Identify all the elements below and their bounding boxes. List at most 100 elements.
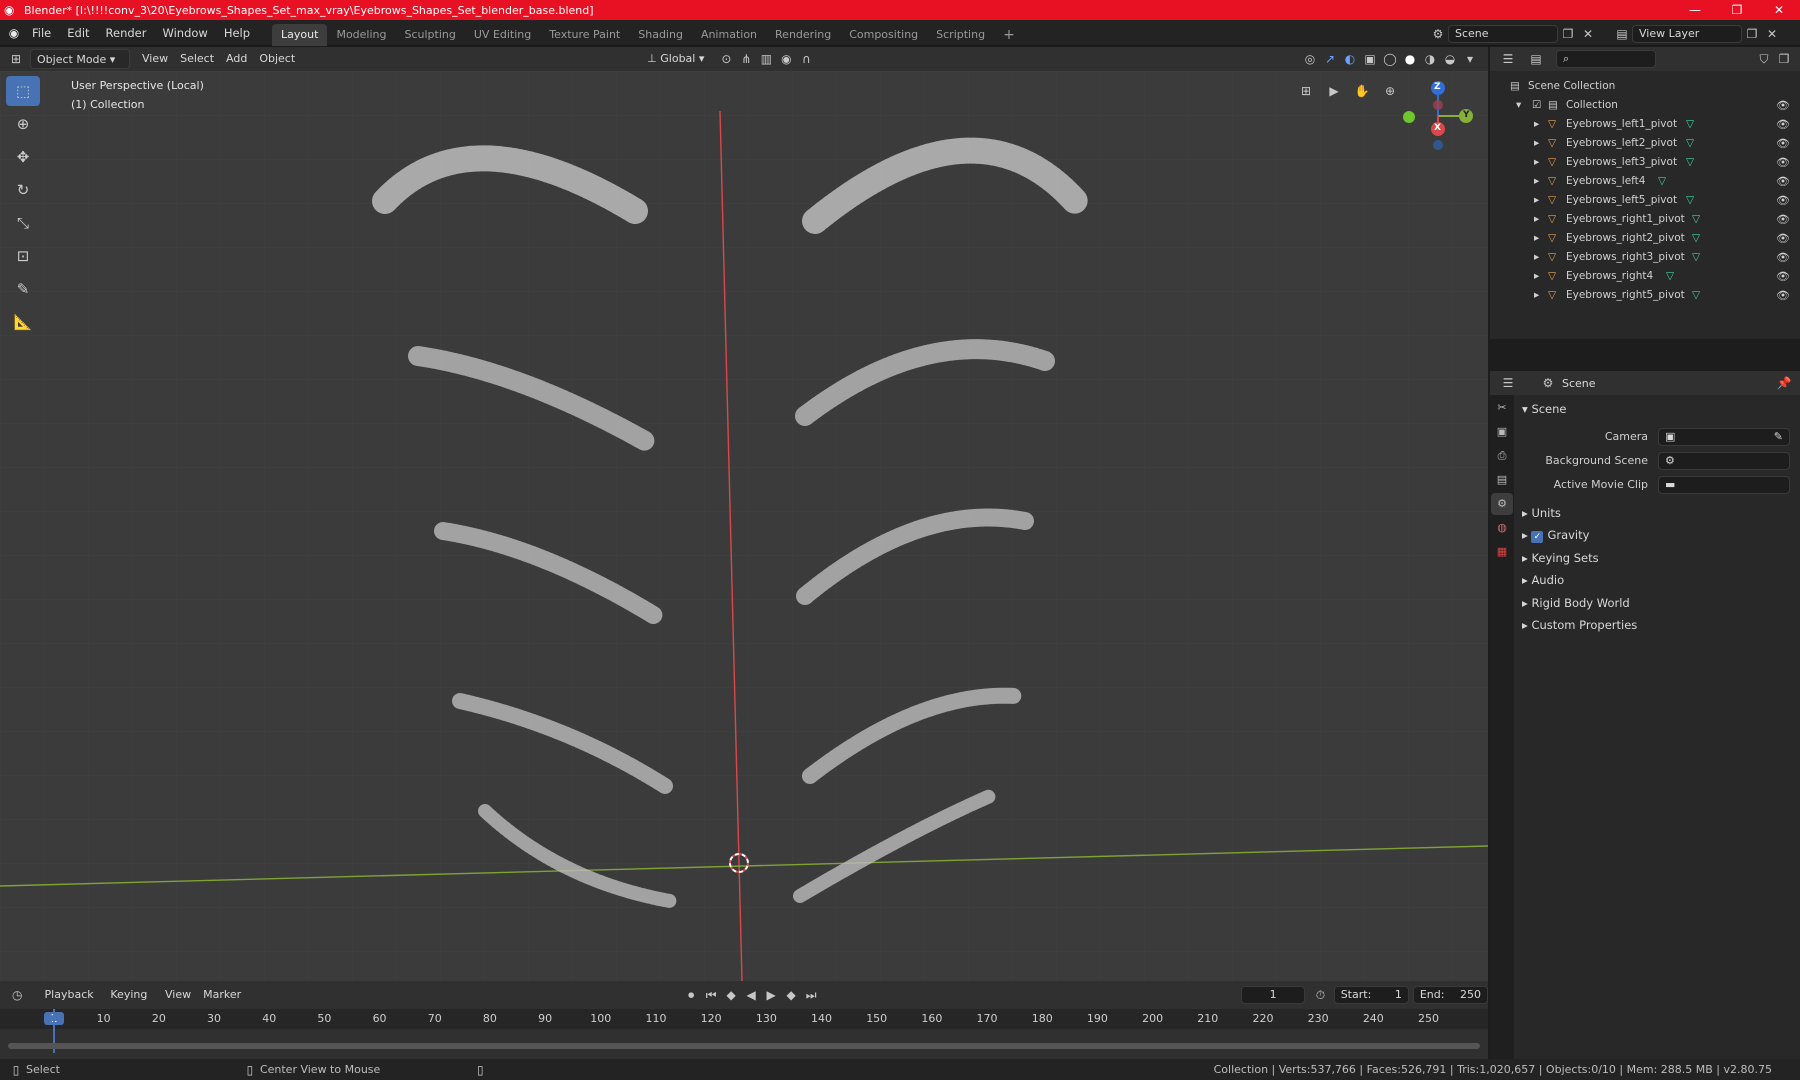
delete-view-layer-icon[interactable]: ✕	[1762, 24, 1782, 44]
tab-animation[interactable]: Animation	[692, 24, 766, 46]
tab-rendering[interactable]: Rendering	[766, 24, 840, 46]
expand-arrow-icon[interactable]: ▾	[1516, 96, 1521, 115]
solid-shading-icon[interactable]: ●	[1400, 49, 1420, 69]
texture-tab-icon[interactable]: ▦	[1491, 541, 1513, 563]
eyedropper-icon[interactable]: ✎	[1774, 429, 1783, 445]
add-workspace-button[interactable]: +	[994, 24, 1024, 46]
gizmo-toggle-icon[interactable]: ↗	[1320, 49, 1340, 69]
world-tab-icon[interactable]: ◍	[1491, 517, 1513, 539]
expand-arrow-icon[interactable]: ▸	[1534, 172, 1539, 191]
menu-file[interactable]: File	[24, 20, 59, 46]
menu-object[interactable]: Object	[253, 49, 301, 69]
mesh-data-icon[interactable]: ▽	[1692, 210, 1700, 229]
proportional-edit-icon[interactable]: ◉	[776, 49, 796, 69]
snap-icon[interactable]: ⋔	[736, 49, 756, 69]
eye-icon[interactable]: 👁	[1776, 172, 1790, 191]
filter-icon[interactable]: ⛉	[1754, 49, 1774, 69]
jump-end-icon[interactable]: ⏭	[801, 985, 821, 1005]
new-collection-icon[interactable]: ❐	[1774, 49, 1794, 69]
gravity-panel-header[interactable]: ▸ ✓ Gravity	[1522, 528, 1589, 543]
minimize-button[interactable]: —	[1674, 0, 1716, 20]
display-mode-icon[interactable]: ▤	[1526, 49, 1546, 69]
expand-arrow-icon[interactable]: ▸	[1534, 153, 1539, 172]
outliner-item[interactable]: ▸ ▽ Eyebrows_left1_pivot ▽ 👁	[1490, 115, 1800, 134]
mesh-data-icon[interactable]: ▽	[1692, 229, 1700, 248]
menu-view[interactable]: View	[136, 49, 174, 69]
eye-icon[interactable]: 👁	[1776, 210, 1790, 229]
expand-arrow-icon[interactable]: ▸	[1534, 286, 1539, 305]
zoom-icon[interactable]: ⊕	[1376, 81, 1404, 101]
menu-playback[interactable]: Playback ▾	[39, 985, 105, 1021]
pin-icon[interactable]: 📌	[1774, 373, 1794, 393]
audio-panel-header[interactable]: ▸ Audio	[1522, 573, 1564, 587]
outliner-search-input[interactable]: ⌕	[1556, 50, 1656, 68]
view-layer-tab-icon[interactable]: ▤	[1491, 469, 1513, 491]
tab-layout[interactable]: Layout	[272, 23, 328, 46]
mesh-data-icon[interactable]: ▽	[1686, 191, 1694, 210]
expand-arrow-icon[interactable]: ▸	[1534, 115, 1539, 134]
expand-arrow-icon[interactable]: ▸	[1534, 191, 1539, 210]
menu-timeline-view[interactable]: View	[159, 985, 197, 1005]
keying-sets-panel-header[interactable]: ▸ Keying Sets	[1522, 551, 1599, 565]
gravity-checkbox[interactable]: ✓	[1531, 531, 1544, 543]
blender-menu-icon[interactable]: ◉	[4, 23, 24, 43]
menu-help[interactable]: Help	[216, 20, 258, 46]
scene-panel-header[interactable]: ▾ Scene	[1522, 402, 1567, 416]
output-tab-icon[interactable]: ⎙	[1491, 445, 1513, 467]
mesh-data-icon[interactable]: ▽	[1666, 267, 1674, 286]
play-reverse-icon[interactable]: ◀	[741, 985, 761, 1005]
eye-icon[interactable]: 👁	[1776, 191, 1790, 210]
background-scene-field[interactable]: ⚙	[1658, 452, 1790, 470]
tool-tab-icon[interactable]: ✂	[1491, 397, 1513, 419]
outliner-editor-icon[interactable]: ☰	[1498, 49, 1518, 69]
outliner-item[interactable]: ▸ ▽ Eyebrows_left4 ▽ 👁	[1490, 172, 1800, 191]
camera-view-icon[interactable]: ▶	[1320, 81, 1348, 101]
scale-tool-icon[interactable]: ⤡	[6, 208, 40, 238]
menu-add[interactable]: Add	[220, 49, 253, 69]
wireframe-shading-icon[interactable]: ◯	[1380, 49, 1400, 69]
rigid-body-world-panel-header[interactable]: ▸ Rigid Body World	[1522, 596, 1630, 610]
tab-shading[interactable]: Shading	[629, 24, 692, 46]
outliner-item[interactable]: ▸ ▽ Eyebrows_left2_pivot ▽ 👁	[1490, 134, 1800, 153]
tab-uv-editing[interactable]: UV Editing	[465, 24, 540, 46]
outliner-item[interactable]: ▸ ▽ Eyebrows_right2_pivot ▽ 👁	[1490, 229, 1800, 248]
eye-icon[interactable]: 👁	[1776, 115, 1790, 134]
eye-icon[interactable]: 👁	[1776, 153, 1790, 172]
eye-icon[interactable]: 👁	[1776, 96, 1790, 115]
annotate-tool-icon[interactable]: ✎	[6, 274, 40, 304]
outliner-scene-collection[interactable]: ▤ Scene Collection	[1490, 77, 1800, 96]
transform-tool-icon[interactable]: ⊡	[6, 241, 40, 271]
outliner-item[interactable]: ▸ ▽ Eyebrows_right5_pivot ▽ 👁	[1490, 286, 1800, 305]
eye-icon[interactable]: 👁	[1776, 286, 1790, 305]
timeline-scrollbar[interactable]	[8, 1043, 1480, 1049]
mesh-data-icon[interactable]: ▽	[1692, 286, 1700, 305]
mesh-data-icon[interactable]: ▽	[1658, 172, 1666, 191]
mesh-data-icon[interactable]: ▽	[1686, 115, 1694, 134]
record-icon[interactable]: ⏺	[681, 985, 701, 1005]
mesh-data-icon[interactable]: ▽	[1686, 134, 1694, 153]
custom-properties-panel-header[interactable]: ▸ Custom Properties	[1522, 618, 1637, 632]
scene-name-field[interactable]: Scene	[1448, 25, 1558, 43]
mesh-data-icon[interactable]: ▽	[1692, 248, 1700, 267]
view-layer-field[interactable]: View Layer	[1632, 25, 1742, 43]
outliner-item[interactable]: ▸ ▽ Eyebrows_right4 ▽ 👁	[1490, 267, 1800, 286]
transform-orientation-dropdown[interactable]: ⊥ Global ▾	[641, 49, 710, 69]
outliner-item[interactable]: ▸ ▽ Eyebrows_left5_pivot ▽ 👁	[1490, 191, 1800, 210]
grid-view-icon[interactable]: ⊞	[1292, 81, 1320, 101]
render-tab-icon[interactable]: ▣	[1491, 421, 1513, 443]
rotate-tool-icon[interactable]: ↻	[6, 175, 40, 205]
tab-scripting[interactable]: Scripting	[927, 24, 994, 46]
xray-icon[interactable]: ▣	[1360, 49, 1380, 69]
eye-icon[interactable]: 👁	[1776, 267, 1790, 286]
properties-editor-icon[interactable]: ☰	[1498, 373, 1518, 393]
outliner-item[interactable]: ▸ ▽ Eyebrows_right3_pivot ▽ 👁	[1490, 248, 1800, 267]
play-icon[interactable]: ▶	[761, 985, 781, 1005]
menu-edit[interactable]: Edit	[59, 20, 97, 46]
close-button[interactable]: ✕	[1758, 0, 1800, 20]
outliner-item[interactable]: ▸ ▽ Eyebrows_left3_pivot ▽ 👁	[1490, 153, 1800, 172]
snap-target-icon[interactable]: ▥	[756, 49, 776, 69]
eye-icon[interactable]: 👁	[1776, 134, 1790, 153]
object-mode-dropdown[interactable]: Object Mode ▾	[30, 49, 130, 69]
tab-sculpting[interactable]: Sculpting	[396, 24, 465, 46]
maximize-button[interactable]: ❐	[1716, 0, 1758, 20]
